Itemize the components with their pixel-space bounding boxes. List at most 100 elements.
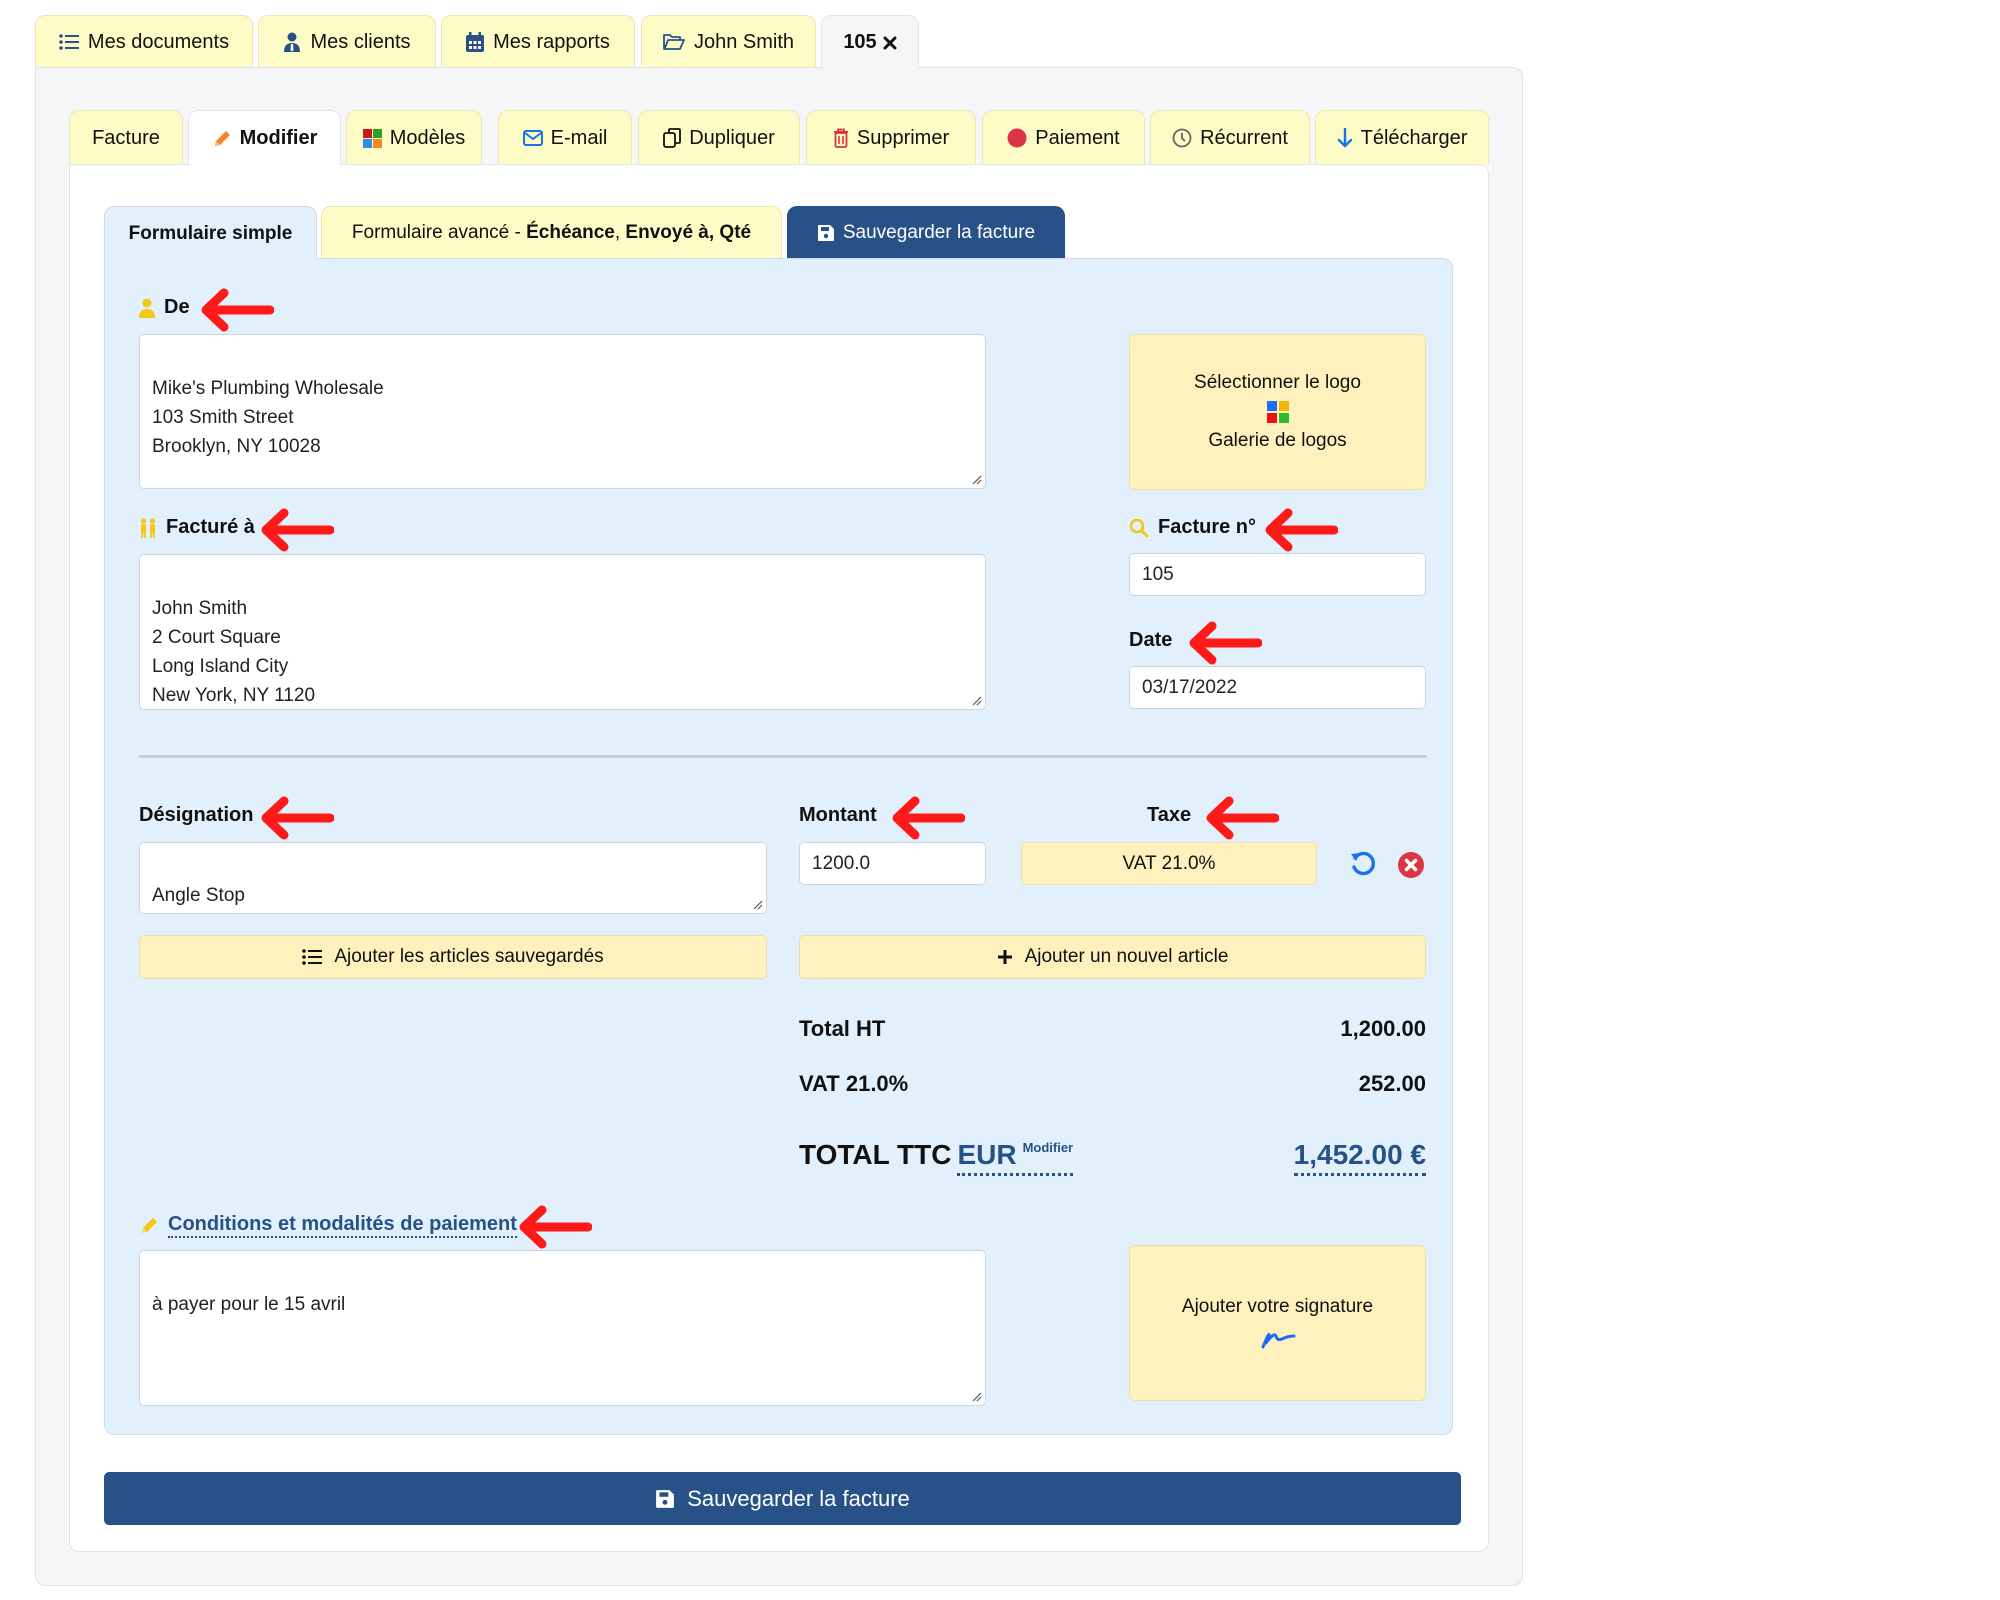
tab-modifier[interactable]: Modifier	[188, 110, 341, 166]
grand-total-value[interactable]: 1,452.00 €	[1293, 1138, 1426, 1176]
top-tab-mes-rapports[interactable]: Mes rapports	[441, 15, 635, 68]
label-text: De	[164, 296, 190, 318]
subtotal-label: Total HT	[799, 1016, 886, 1041]
currency-modify-link[interactable]: Modifier	[1023, 1140, 1074, 1155]
tab-label: John Smith	[693, 30, 795, 53]
subtotal-value: 1,200.00	[1340, 1016, 1426, 1041]
tab-supprimer[interactable]: Supprimer	[806, 110, 976, 165]
terms-link[interactable]: Conditions et modalités de paiement	[168, 1213, 517, 1238]
delete-line-icon[interactable]	[1397, 851, 1425, 879]
tab-label: Mes documents	[87, 30, 230, 53]
label-text: Désignation	[139, 804, 254, 826]
folder-open-icon	[663, 34, 685, 50]
button-label: Ajouter un nouvel article	[1024, 946, 1229, 967]
tab-recurrent[interactable]: Récurrent	[1150, 110, 1310, 165]
annotation-arrow-icon	[261, 508, 334, 552]
resize-grip-icon[interactable]	[970, 694, 982, 706]
top-tab-mes-documents[interactable]: Mes documents	[35, 15, 253, 68]
tax-select[interactable]: VAT 21.0%	[1021, 842, 1317, 885]
label-text: Facture n°	[1158, 516, 1257, 538]
tab-modeles[interactable]: Modèles	[346, 110, 482, 165]
section-divider	[139, 755, 1427, 758]
top-tab-john-smith[interactable]: John Smith	[641, 15, 816, 68]
advanced-bold-2: Envoyé à, Qté	[625, 222, 752, 243]
close-icon[interactable]	[883, 36, 897, 50]
terms-label: Conditions et modalités de paiement	[139, 1213, 517, 1238]
tab-telecharger[interactable]: Télécharger	[1315, 110, 1489, 165]
annotation-arrow-icon	[1206, 796, 1279, 840]
search-icon	[1129, 518, 1149, 537]
list-icon	[302, 949, 323, 965]
label-text: Date	[1129, 629, 1173, 651]
currency-selector[interactable]: EUR Modifier	[957, 1138, 1074, 1176]
textarea-value: à payer pour le 15 avril	[152, 1294, 346, 1315]
top-tab-105[interactable]: 105	[821, 15, 919, 69]
textarea-value: Angle Stop	[152, 885, 245, 906]
label-text: Montant	[799, 804, 877, 826]
button-label: Ajouter les articles sauvegardés	[334, 946, 604, 967]
terms-textarea[interactable]: à payer pour le 15 avril	[139, 1250, 986, 1406]
date-input[interactable]: 03/17/2022	[1129, 666, 1426, 709]
tab-label: Modifier	[239, 127, 318, 149]
tax-total-label: VAT 21.0%	[799, 1071, 909, 1096]
add-signature-button[interactable]: Ajouter votre signature	[1129, 1245, 1426, 1401]
button-label: Sauvegarder la facture	[687, 1485, 910, 1511]
download-arrow-icon	[1337, 128, 1352, 148]
select-value: VAT 21.0%	[1122, 852, 1216, 874]
tax-total-value: 252.00	[1358, 1071, 1426, 1096]
calendar-icon	[466, 32, 485, 52]
input-value: 105	[1142, 563, 1174, 585]
annotation-arrow-icon	[1265, 508, 1338, 552]
add-saved-items-button[interactable]: Ajouter les articles sauvegardés	[139, 935, 767, 979]
bill-to-textarea[interactable]: John Smith 2 Court Square Long Island Ci…	[139, 554, 986, 710]
tab-label: Mes clients	[310, 30, 411, 53]
clock-icon	[1172, 128, 1192, 148]
tab-dupliquer[interactable]: Dupliquer	[638, 110, 800, 165]
select-logo-label: Sélectionner le logo	[1194, 372, 1361, 393]
tab-email[interactable]: E-mail	[498, 110, 632, 165]
tab-label: Dupliquer	[689, 126, 775, 149]
grand-total-row: TOTAL TTC EUR Modifier	[799, 1138, 1074, 1176]
save-invoice-button[interactable]: Sauvegarder la facture	[104, 1472, 1461, 1525]
top-tab-mes-clients[interactable]: Mes clients	[258, 15, 436, 68]
tab-label: Facture	[92, 126, 160, 149]
grand-total-value-wrap: 1,452.00 €	[1126, 1138, 1426, 1176]
from-address-textarea[interactable]: Mike's Plumbing Wholesale 103 Smith Stre…	[139, 334, 986, 489]
bill-to-label: Facturé à	[139, 516, 255, 539]
templates-grid-icon	[362, 128, 382, 148]
user-tie-icon	[284, 32, 301, 52]
currency-code: EUR	[957, 1139, 1017, 1170]
annotation-arrow-icon	[892, 796, 965, 840]
tab-label: Mes rapports	[493, 30, 610, 53]
designation-label: Désignation	[139, 804, 253, 827]
advanced-prefix: Formulaire avancé -	[351, 222, 527, 243]
grand-total-label: TOTAL TTC	[799, 1139, 952, 1170]
save-invoice-tab-button[interactable]: Sauvegarder la facture	[787, 206, 1065, 259]
annotation-arrow-icon	[1189, 621, 1262, 665]
amount-input[interactable]: 1200.0	[799, 842, 986, 885]
label-text: Taxe	[1147, 804, 1192, 826]
select-logo-button[interactable]: Sélectionner le logo Galerie de logos	[1129, 334, 1426, 490]
tab-paiement[interactable]: Paiement	[982, 110, 1145, 165]
resize-grip-icon[interactable]	[970, 1390, 982, 1402]
pencil-icon	[214, 130, 230, 146]
resize-grip-icon[interactable]	[751, 898, 763, 910]
tab-label: Paiement	[1035, 126, 1120, 149]
status-dot-icon	[1007, 128, 1027, 148]
designation-textarea[interactable]: Angle Stop	[139, 842, 767, 914]
advanced-sep: ,	[614, 222, 626, 243]
invoice-number-input[interactable]: 105	[1129, 553, 1426, 596]
input-value: 03/17/2022	[1142, 676, 1238, 698]
undo-icon[interactable]	[1349, 850, 1377, 878]
list-icon	[59, 34, 79, 50]
tab-formulaire-avance[interactable]: Formulaire avancé - Échéance, Envoyé à, …	[321, 206, 782, 259]
tab-label: Modèles	[389, 126, 466, 149]
add-new-item-button[interactable]: Ajouter un nouvel article	[799, 935, 1426, 979]
tab-formulaire-simple[interactable]: Formulaire simple	[104, 206, 317, 260]
tab-facture[interactable]: Facture	[69, 110, 183, 165]
resize-grip-icon[interactable]	[970, 473, 982, 485]
date-label: Date	[1129, 629, 1172, 652]
invoice-number-label: Facture n°	[1129, 516, 1256, 539]
pencil-icon	[142, 1217, 157, 1233]
signature-icon	[1261, 1333, 1295, 1349]
